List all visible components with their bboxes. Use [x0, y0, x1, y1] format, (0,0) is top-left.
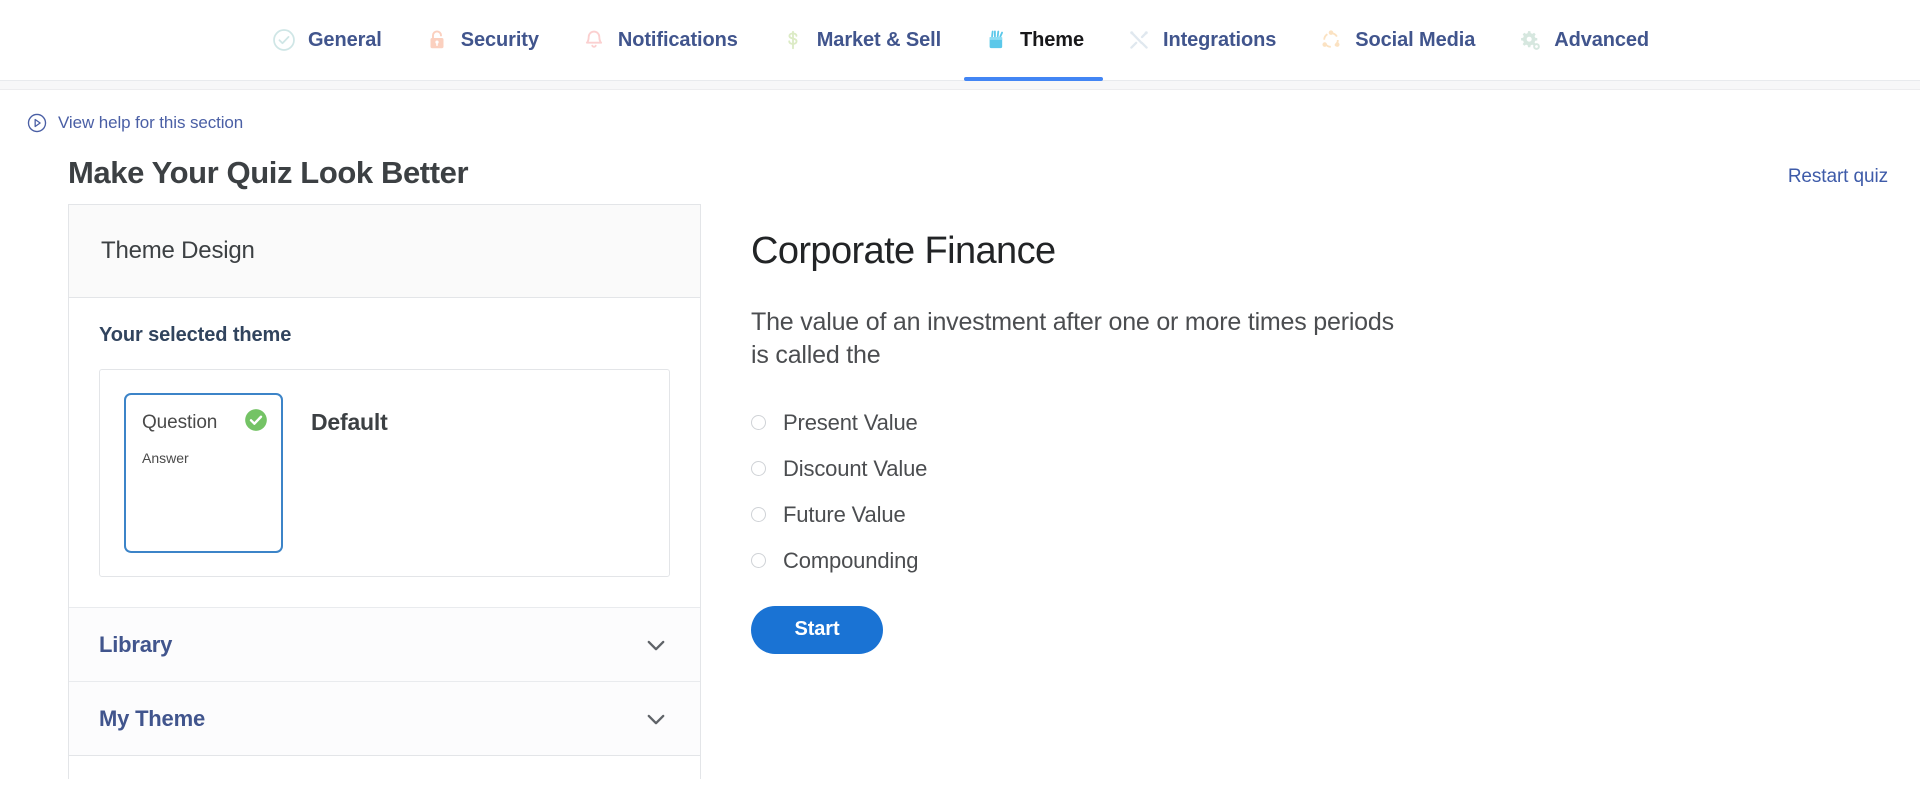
theme-design-panel-header: Theme Design — [69, 205, 700, 298]
share-icon — [1318, 27, 1344, 53]
tab-social-media-label: Social Media — [1355, 29, 1475, 52]
quiz-option-label: Present Value — [783, 410, 918, 436]
quiz-option-label: Future Value — [783, 502, 906, 528]
selected-theme-label: Your selected theme — [99, 324, 670, 347]
tab-theme[interactable]: Theme — [962, 0, 1105, 80]
theme-design-panel: Theme Design Your selected theme Questio… — [68, 204, 701, 779]
selected-theme-section: Your selected theme Question Answer Defa… — [69, 298, 700, 608]
chevron-down-icon[interactable] — [642, 631, 670, 659]
bell-icon — [581, 27, 607, 53]
tab-notifications[interactable]: Notifications — [560, 0, 759, 80]
quiz-preview-panel: Corporate Finance The value of an invest… — [701, 204, 1920, 779]
check-circle-icon — [271, 27, 297, 53]
lock-icon — [424, 27, 450, 53]
tab-integrations-label: Integrations — [1163, 29, 1276, 52]
check-badge-icon — [243, 407, 269, 433]
theme-thumbnail-answer: Answer — [142, 450, 265, 466]
radio-icon[interactable] — [751, 415, 766, 430]
theme-design-title: Theme Design — [101, 237, 255, 265]
theme-thumbnail-default[interactable]: Question Answer — [124, 393, 283, 553]
quiz-option-future-value[interactable]: Future Value — [751, 492, 906, 538]
tab-security[interactable]: Security — [403, 0, 560, 80]
quiz-option-present-value[interactable]: Present Value — [751, 400, 918, 446]
tab-theme-label: Theme — [1020, 29, 1084, 52]
tab-security-label: Security — [461, 29, 539, 52]
tools-icon — [1126, 27, 1152, 53]
subheader-divider — [0, 81, 1920, 90]
chevron-down-icon[interactable] — [642, 705, 670, 733]
tab-market-sell[interactable]: Market & Sell — [759, 0, 962, 80]
dollar-icon — [780, 27, 806, 53]
tab-social-media[interactable]: Social Media — [1297, 0, 1496, 80]
accordion-library-label: Library — [99, 632, 172, 658]
tab-market-sell-label: Market & Sell — [817, 29, 941, 52]
tab-advanced[interactable]: Advanced — [1496, 0, 1670, 80]
radio-icon[interactable] — [751, 507, 766, 522]
page-title: Make Your Quiz Look Better — [68, 156, 468, 190]
radio-icon[interactable] — [751, 553, 766, 568]
view-help-link[interactable]: View help for this section — [0, 90, 243, 134]
tab-advanced-label: Advanced — [1554, 29, 1649, 52]
radio-icon[interactable] — [751, 461, 766, 476]
quiz-preview-options: Present Value Discount Value Future Valu… — [751, 400, 1920, 584]
theme-content-area: Theme Design Your selected theme Questio… — [0, 204, 1920, 779]
start-button[interactable]: Start — [751, 606, 883, 654]
quiz-option-label: Discount Value — [783, 456, 927, 482]
page-title-row: Make Your Quiz Look Better Restart quiz — [0, 156, 1920, 190]
tab-general[interactable]: General — [250, 0, 403, 80]
quiz-option-compounding[interactable]: Compounding — [751, 538, 918, 584]
quiz-preview-question: The value of an investment after one or … — [751, 306, 1411, 372]
quiz-preview-title: Corporate Finance — [751, 230, 1920, 274]
gears-icon — [1517, 27, 1543, 53]
selected-theme-name: Default — [311, 393, 388, 436]
restart-quiz-link[interactable]: Restart quiz — [1788, 166, 1888, 190]
accordion-my-theme[interactable]: My Theme — [69, 682, 700, 756]
play-circle-icon — [26, 112, 48, 134]
selected-theme-card[interactable]: Question Answer Default — [99, 369, 670, 577]
accordion-library[interactable]: Library — [69, 608, 700, 682]
view-help-label: View help for this section — [58, 113, 243, 133]
quiz-option-discount-value[interactable]: Discount Value — [751, 446, 927, 492]
accordion-my-theme-label: My Theme — [99, 706, 205, 732]
tab-notifications-label: Notifications — [618, 29, 738, 52]
pen-cup-icon — [983, 27, 1009, 53]
tab-general-label: General — [308, 29, 382, 52]
settings-tab-bar: General Security Notifications Market & … — [0, 0, 1920, 81]
quiz-option-label: Compounding — [783, 548, 918, 574]
tab-integrations[interactable]: Integrations — [1105, 0, 1297, 80]
